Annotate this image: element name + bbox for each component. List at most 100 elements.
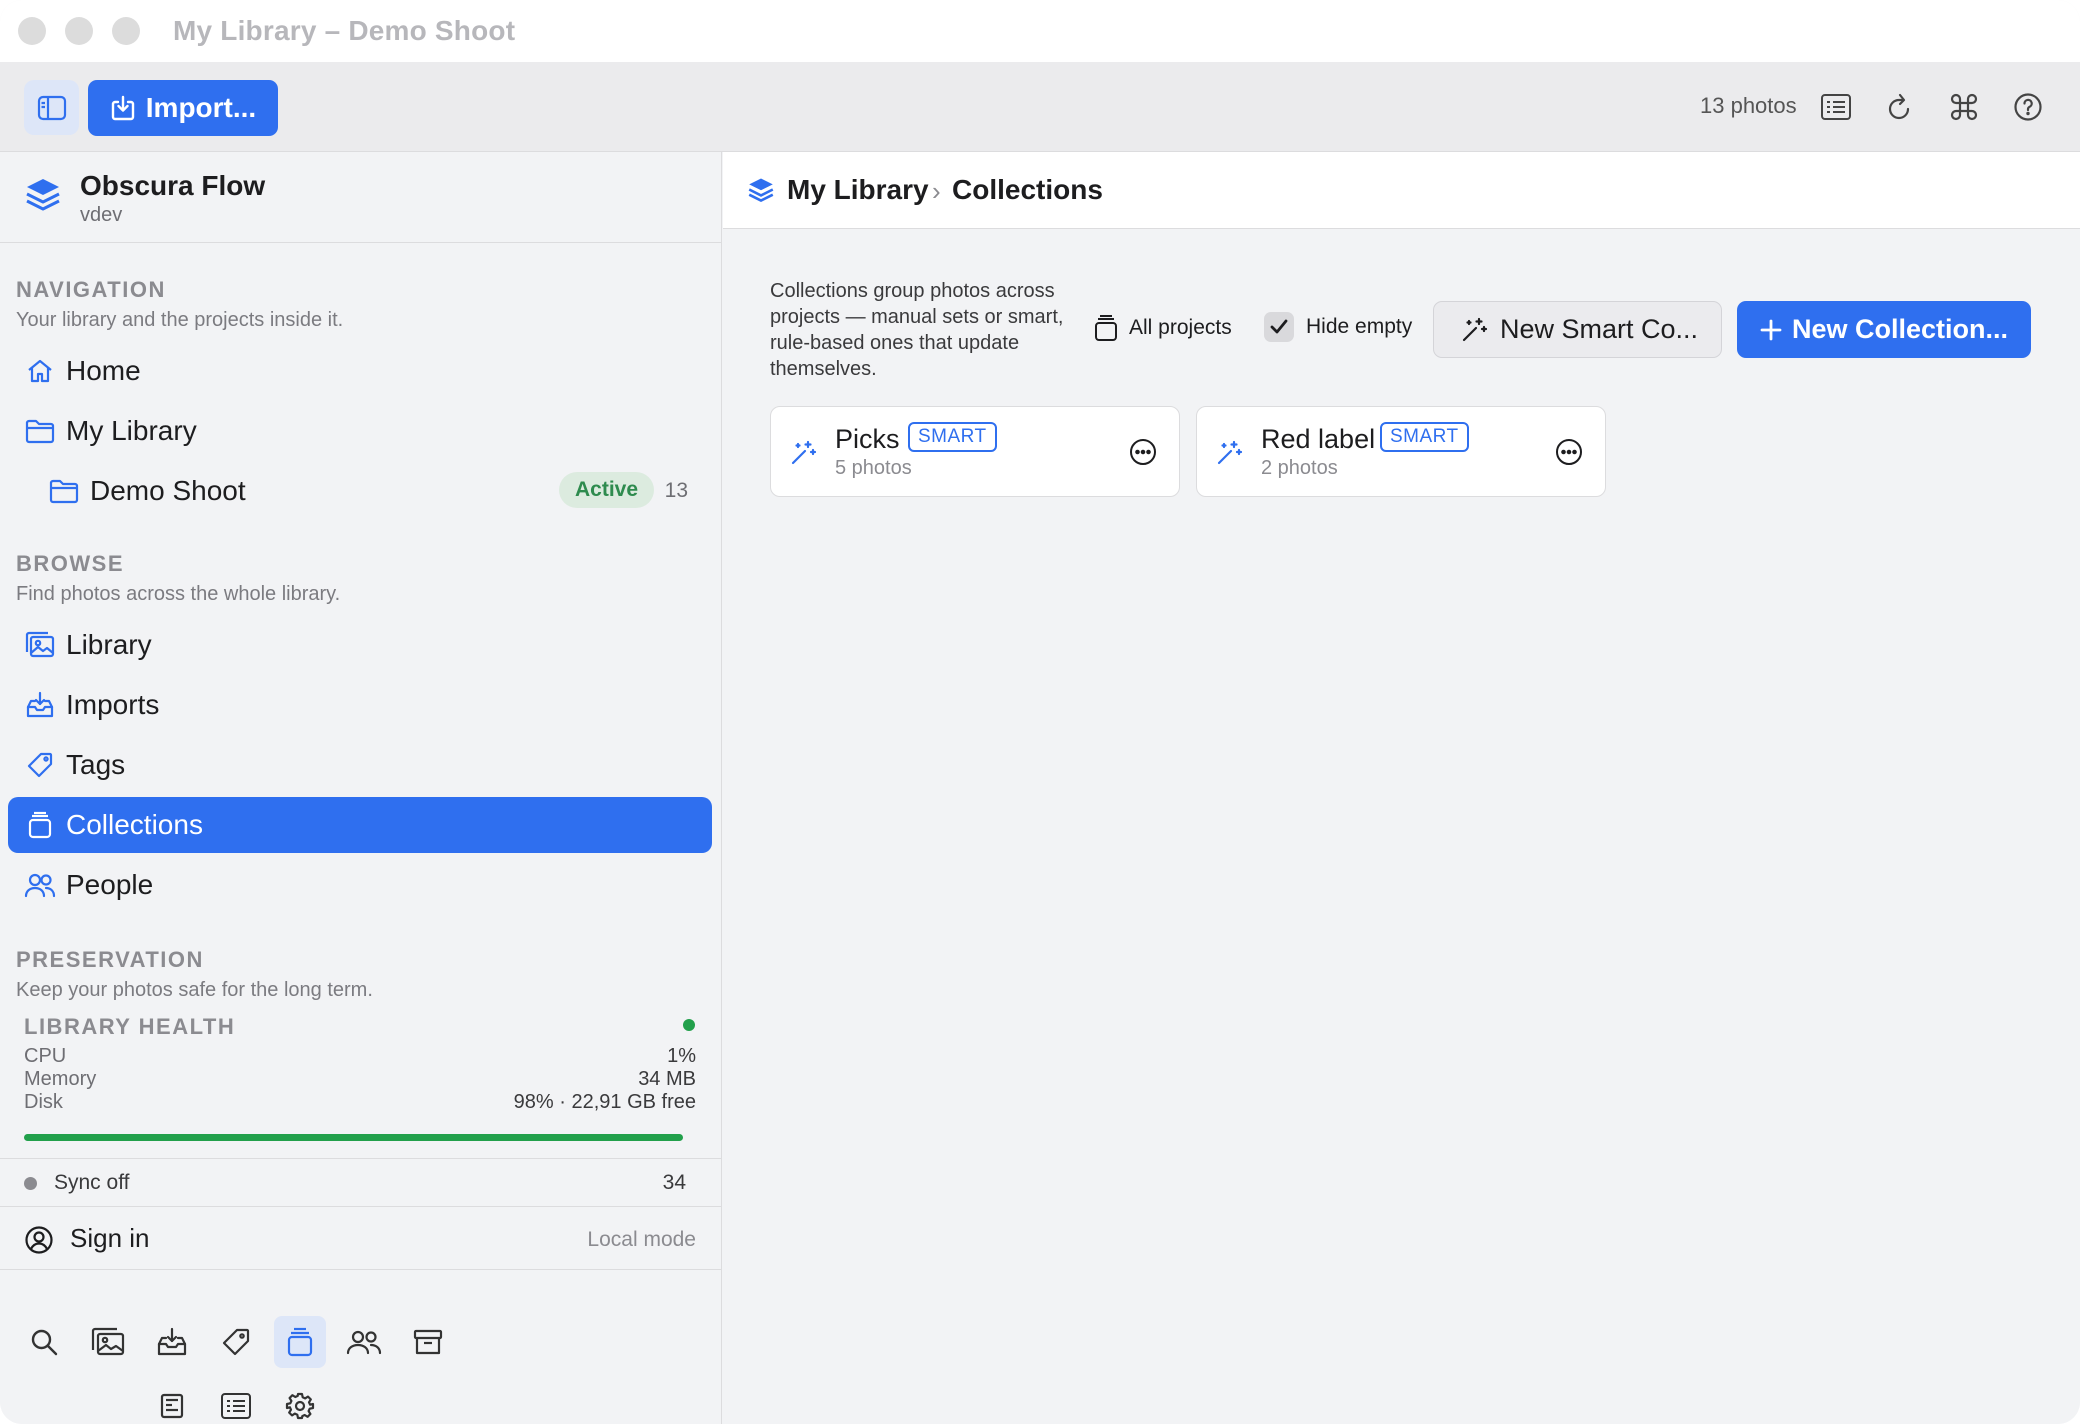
browse-section-title: BROWSE <box>16 551 124 576</box>
document-icon[interactable] <box>146 1380 198 1424</box>
health-row-disk: Disk 98% · 22,91 GB free <box>24 1091 696 1114</box>
all-projects-filter[interactable]: All projects <box>1093 314 1232 342</box>
new-collection-label: New Collection... <box>1791 314 2009 344</box>
sidebar-item-label: Tags <box>66 749 126 780</box>
app-header: Obscura Flow vdev <box>0 152 722 243</box>
new-smart-collection-button[interactable]: New Smart Co... <box>1433 301 1722 358</box>
active-badge: Active <box>559 472 655 508</box>
import-tray-icon <box>24 689 56 721</box>
browse-section-subtitle: Find photos across the whole library. <box>16 583 341 605</box>
new-smart-collection-label: New Smart Co... <box>1500 314 1699 344</box>
app-logo <box>24 176 62 216</box>
health-row-cpu: CPU 1% <box>24 1045 696 1068</box>
health-status-dot <box>683 1019 695 1031</box>
toolbar: Import... 13 photos <box>0 62 2080 152</box>
sidebar-toggle-button[interactable] <box>24 80 79 135</box>
sidebar-item-my-library[interactable]: My Library <box>8 403 712 459</box>
close-window-button[interactable] <box>18 17 46 45</box>
archive-icon[interactable] <box>402 1316 454 1368</box>
collections-icon[interactable] <box>274 1316 326 1368</box>
plus-icon <box>1760 319 1782 340</box>
layers-icon <box>26 179 60 211</box>
sidebar-item-imports[interactable]: Imports <box>8 677 712 733</box>
breadcrumb-root[interactable]: My Library <box>787 174 929 206</box>
sidebar-item-label: People <box>66 869 154 900</box>
zoom-window-button[interactable] <box>112 17 140 45</box>
minimize-window-button[interactable] <box>65 17 93 45</box>
app-version: vdev <box>80 204 123 226</box>
folder-icon <box>48 475 80 507</box>
sidebar-item-label: Demo Shoot <box>90 475 246 506</box>
sidebar-item-people[interactable]: People <box>8 857 712 913</box>
health-label: Memory <box>24 1068 97 1090</box>
collection-card-picks[interactable]: Picks SMART 5 photos <box>770 406 1180 497</box>
people-icon <box>24 869 56 901</box>
disk-usage-bar <box>24 1134 683 1141</box>
sign-in-row[interactable]: Sign in Local mode <box>0 1206 722 1270</box>
preservation-section-title: PRESERVATION <box>16 947 204 972</box>
breadcrumb: My Library › Collections <box>723 152 2080 229</box>
app-name: Obscura Flow <box>80 170 266 201</box>
refresh-icon[interactable] <box>1883 90 1917 124</box>
preservation-section-subtitle: Keep your photos safe for the long term. <box>16 979 373 1001</box>
all-projects-label: All projects <box>1129 316 1232 339</box>
window-title: My Library – Demo Shoot <box>173 15 516 46</box>
command-icon[interactable] <box>1947 90 1981 124</box>
more-options-icon[interactable] <box>1129 438 1157 466</box>
navigation-section-subtitle: Your library and the projects inside it. <box>16 309 344 331</box>
import-icon <box>111 95 134 121</box>
sync-status-dot <box>24 1177 37 1190</box>
user-circle-icon <box>24 1225 54 1255</box>
photo-count: 13 photos <box>1700 93 1797 118</box>
hide-empty-checkbox[interactable]: Hide empty <box>1264 312 1412 342</box>
more-options-icon[interactable] <box>1555 438 1583 466</box>
library-health-title: LIBRARY HEALTH <box>24 1014 236 1039</box>
smart-badge: SMART <box>908 422 997 452</box>
sync-status-label: Sync off <box>54 1171 130 1194</box>
sync-count: 34 <box>662 1171 686 1194</box>
people-icon[interactable] <box>338 1316 390 1368</box>
app-window: My Library – Demo Shoot Import... 13 pho… <box>0 0 2080 1424</box>
list-view-icon[interactable] <box>210 1380 262 1424</box>
help-icon[interactable] <box>2011 90 2045 124</box>
health-label: CPU <box>24 1045 67 1067</box>
collection-card-red-label[interactable]: Red label SMART 2 photos <box>1196 406 1606 497</box>
tag-icon[interactable] <box>210 1316 262 1368</box>
sidebar-item-demo-shoot[interactable]: Demo Shoot Active 13 <box>8 463 712 519</box>
list-view-icon[interactable] <box>1819 90 1853 124</box>
sidebar-item-label: Home <box>66 355 141 386</box>
sidebar-item-label: Library <box>66 629 152 660</box>
photos-icon <box>24 629 56 661</box>
checkmark-icon <box>1264 312 1294 342</box>
sidebar-item-library[interactable]: Library <box>8 617 712 673</box>
search-icon[interactable] <box>18 1316 70 1368</box>
tag-icon <box>24 749 56 781</box>
project-photo-count: 13 <box>664 479 688 502</box>
health-value: 98% · 22,91 GB free <box>513 1091 696 1113</box>
sync-status-row[interactable]: Sync off 34 <box>0 1158 722 1206</box>
title-bar: My Library – Demo Shoot <box>0 0 2080 62</box>
breadcrumb-separator: › <box>932 176 941 206</box>
health-value: 34 MB <box>638 1068 696 1090</box>
photos-icon[interactable] <box>82 1316 134 1368</box>
sign-in-label: Sign in <box>70 1223 150 1253</box>
sidebar-item-home[interactable]: Home <box>8 343 712 399</box>
new-collection-button[interactable]: New Collection... <box>1737 301 2031 358</box>
sidebar-item-tags[interactable]: Tags <box>8 737 712 793</box>
layers-icon <box>747 176 775 206</box>
collections-icon <box>24 809 56 841</box>
magic-wand-icon <box>1215 439 1243 467</box>
collections-description: Collections group photos across projects… <box>770 280 1064 380</box>
import-button-label: Import... <box>145 92 257 123</box>
health-label: Disk <box>24 1091 63 1113</box>
magic-wand-icon <box>789 439 817 467</box>
sidebar-item-collections[interactable]: Collections <box>8 797 712 853</box>
window-controls <box>18 17 140 45</box>
collection-name: Picks <box>835 424 900 454</box>
gear-icon[interactable] <box>274 1380 326 1424</box>
folder-icon <box>24 415 56 447</box>
health-row-memory: Memory 34 MB <box>24 1068 696 1091</box>
import-button[interactable]: Import... <box>88 80 278 136</box>
import-tray-icon[interactable] <box>146 1316 198 1368</box>
sidebar: Obscura Flow vdev NAVIGATION Your librar… <box>0 152 722 1424</box>
